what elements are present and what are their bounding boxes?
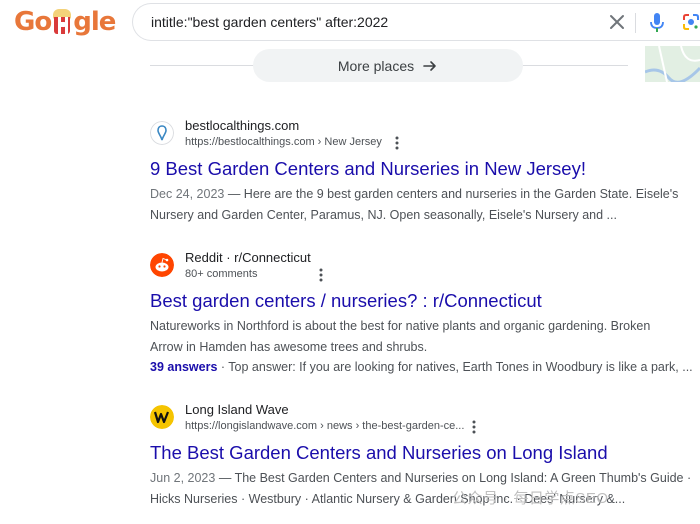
google-lens-icon[interactable] xyxy=(681,12,700,32)
result-title-link[interactable]: The Best Garden Centers and Nurseries on… xyxy=(150,441,690,465)
more-options-icon[interactable] xyxy=(468,420,480,434)
result-site-name: bestlocalthings.com xyxy=(185,118,300,133)
result-source[interactable]: Long Island Wave https://longislandwave.… xyxy=(150,402,690,436)
result-snippet: Jun 2, 2023 — The Best Garden Centers an… xyxy=(150,471,692,506)
result-url: https://longislandwave.com › news › the-… xyxy=(185,420,465,432)
google-doodle-logo[interactable]: G o gle xyxy=(14,6,116,38)
result-url: https://bestlocalthings.com › New Jersey xyxy=(185,136,382,148)
reddit-icon xyxy=(150,253,174,277)
more-places-label: More places xyxy=(337,57,415,74)
result-source[interactable]: bestlocalthings.com https://bestlocalthi… xyxy=(150,118,690,152)
result-comments-count: 80+ comments xyxy=(185,268,258,280)
more-options-icon[interactable] xyxy=(391,136,403,150)
popcorn-icon xyxy=(52,9,72,35)
answers-link[interactable]: 39 answers xyxy=(150,360,217,374)
search-result: Long Island Wave https://longislandwave.… xyxy=(150,402,692,509)
result-date: Dec 24, 2023 xyxy=(150,187,225,201)
map-thumbnail[interactable] xyxy=(645,46,700,82)
search-divider xyxy=(635,13,636,33)
result-snippet: Natureworks in Northford is about the be… xyxy=(150,319,693,374)
result-site-name: Long Island Wave xyxy=(185,402,289,417)
search-result: Reddit · r/Connecticut 80+ comments Best… xyxy=(150,250,693,378)
watermark: 公众号 · 每日学点SEO xyxy=(452,490,609,507)
search-result: bestlocalthings.com https://bestlocalthi… xyxy=(150,118,690,225)
result-site-name: Reddit · r/Connecticut xyxy=(185,250,311,265)
result-title-link[interactable]: Best garden centers / nurseries? : r/Con… xyxy=(150,289,690,313)
header: G o gle intitle:"best garden centers" af… xyxy=(0,0,700,46)
result-title-link[interactable]: 9 Best Garden Centers and Nurseries in N… xyxy=(150,157,690,181)
more-places-button[interactable]: More places xyxy=(253,49,523,82)
microphone-icon[interactable] xyxy=(647,12,667,34)
search-input[interactable]: intitle:"best garden centers" after:2022 xyxy=(151,14,388,30)
result-snippet: Dec 24, 2023 — Here are the 9 best garde… xyxy=(150,187,679,222)
more-options-icon[interactable] xyxy=(315,268,327,282)
search-box[interactable]: intitle:"best garden centers" after:2022 xyxy=(132,3,700,41)
arrow-right-icon xyxy=(423,60,436,71)
bestlocalthings-favicon xyxy=(150,121,174,145)
result-source[interactable]: Reddit · r/Connecticut 80+ comments xyxy=(150,250,690,284)
result-date: Jun 2, 2023 xyxy=(150,471,216,485)
long-island-wave-favicon xyxy=(150,405,174,429)
close-icon[interactable] xyxy=(607,12,627,32)
